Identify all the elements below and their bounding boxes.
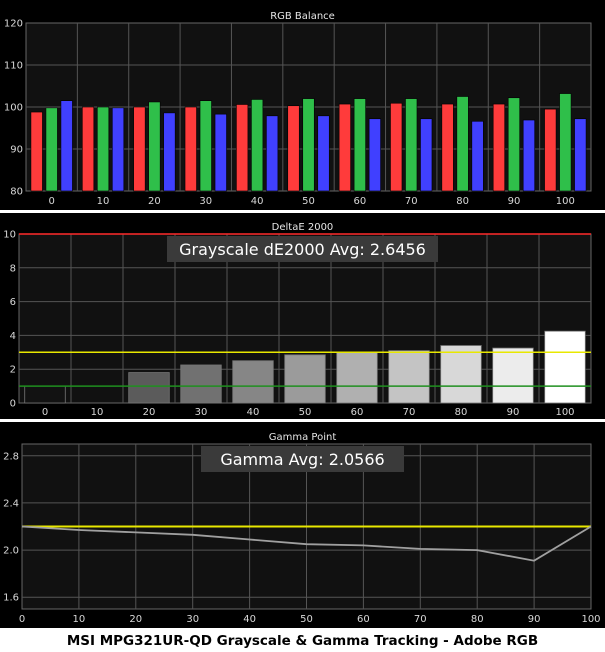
delta-bar bbox=[388, 350, 430, 404]
rgb-bar-blue bbox=[317, 115, 330, 192]
figure-caption: MSI MPG321UR-QD Grayscale & Gamma Tracki… bbox=[67, 633, 538, 649]
rgb-chart-title: RGB Balance bbox=[270, 11, 335, 22]
rgb-bar-blue bbox=[574, 118, 587, 192]
gamma-x-tick-label: 100 bbox=[581, 614, 600, 625]
delta-bar bbox=[440, 345, 482, 404]
rgb-bar-green bbox=[405, 98, 418, 192]
gamma-y-tick-label: 2.0 bbox=[3, 546, 19, 557]
delta-y-tick-label: 4 bbox=[10, 331, 16, 342]
delta-bar bbox=[24, 385, 66, 404]
rgb-bar-blue bbox=[266, 115, 279, 192]
delta-x-tick-label: 70 bbox=[403, 407, 416, 418]
rgb-bar-green bbox=[148, 101, 161, 192]
gamma-x-tick-label: 20 bbox=[129, 614, 142, 625]
delta-x-tick-label: 80 bbox=[455, 407, 468, 418]
rgb-bar-blue bbox=[214, 113, 227, 192]
gamma-x-tick-label: 80 bbox=[471, 614, 484, 625]
rgb-y-tick-label: 110 bbox=[4, 61, 23, 72]
delta-bar bbox=[492, 347, 534, 404]
gamma-x-tick-label: 60 bbox=[357, 614, 370, 625]
gamma-y-tick-label: 2.8 bbox=[3, 451, 19, 462]
delta-bar bbox=[284, 354, 326, 404]
gamma-x-tick-label: 70 bbox=[414, 614, 427, 625]
delta-x-tick-label: 20 bbox=[143, 407, 156, 418]
rgb-y-tick-label: 100 bbox=[4, 103, 23, 114]
delta-y-tick-label: 10 bbox=[3, 230, 16, 241]
rgb-x-tick-label: 20 bbox=[148, 196, 161, 207]
rgb-x-tick-label: 80 bbox=[456, 196, 469, 207]
rgb-bar-blue bbox=[111, 107, 125, 192]
rgb-bar-red bbox=[544, 108, 557, 192]
rgb-bar-green bbox=[559, 93, 572, 192]
delta-avg-label: Grayscale dE2000 Avg: 2.6456 bbox=[179, 240, 426, 259]
rgb-x-tick-label: 10 bbox=[97, 196, 110, 207]
rgb-bar-green bbox=[251, 99, 264, 192]
rgb-bar-red bbox=[30, 111, 43, 192]
rgb-bar-green bbox=[507, 97, 521, 192]
rgb-bar-blue bbox=[368, 118, 381, 192]
delta-y-tick-label: 0 bbox=[10, 399, 16, 410]
gamma-x-tick-label: 90 bbox=[528, 614, 541, 625]
rgb-bar-green bbox=[96, 106, 110, 192]
delta-y-tick-label: 6 bbox=[10, 297, 16, 308]
gamma-x-tick-label: 30 bbox=[186, 614, 199, 625]
rgb-x-tick-label: 90 bbox=[508, 196, 521, 207]
rgb-bar-green bbox=[199, 100, 212, 192]
delta-bar bbox=[180, 364, 222, 404]
delta-y-tick-label: 8 bbox=[10, 263, 16, 274]
rgb-y-tick-label: 80 bbox=[10, 187, 23, 198]
gamma-x-tick-label: 0 bbox=[19, 614, 25, 625]
rgb-bar-blue bbox=[420, 118, 433, 192]
delta-x-tick-label: 100 bbox=[555, 407, 574, 418]
rgb-bar-red bbox=[390, 102, 403, 192]
rgb-bar-blue bbox=[163, 112, 176, 192]
delta-x-tick-label: 90 bbox=[507, 407, 520, 418]
delta-bar bbox=[128, 372, 170, 404]
rgb-y-tick-label: 90 bbox=[10, 145, 23, 156]
gamma-chart-title: Gamma Point bbox=[269, 432, 337, 443]
rgb-bar-red bbox=[133, 106, 146, 192]
rgb-x-tick-label: 0 bbox=[48, 196, 54, 207]
rgb-bar-red bbox=[236, 104, 249, 192]
rgb-x-tick-label: 30 bbox=[199, 196, 212, 207]
rgb-x-tick-label: 60 bbox=[353, 196, 366, 207]
delta-x-tick-label: 40 bbox=[247, 407, 260, 418]
rgb-bar-green bbox=[302, 98, 315, 192]
rgb-x-tick-label: 70 bbox=[405, 196, 418, 207]
rgb-bar-red bbox=[441, 103, 454, 192]
gamma-x-tick-label: 40 bbox=[243, 614, 256, 625]
rgb-y-tick-label: 120 bbox=[4, 19, 23, 30]
delta-bar bbox=[336, 351, 378, 404]
rgb-bar-green bbox=[353, 98, 366, 192]
rgb-x-tick-label: 50 bbox=[302, 196, 315, 207]
gamma-y-tick-label: 1.6 bbox=[3, 593, 19, 604]
rgb-bar-red bbox=[184, 106, 197, 192]
delta-x-tick-label: 50 bbox=[299, 407, 312, 418]
gamma-x-tick-label: 50 bbox=[300, 614, 313, 625]
rgb-bar-blue bbox=[60, 100, 73, 192]
rgb-bar-red bbox=[81, 106, 95, 192]
delta-x-tick-label: 30 bbox=[195, 407, 208, 418]
rgb-bar-green bbox=[456, 96, 469, 192]
delta-bar bbox=[232, 360, 274, 404]
delta-x-tick-label: 10 bbox=[91, 407, 104, 418]
gamma-y-tick-label: 2.4 bbox=[3, 498, 19, 509]
rgb-x-tick-label: 40 bbox=[251, 196, 264, 207]
delta-x-tick-label: 60 bbox=[351, 407, 364, 418]
rgb-bar-green bbox=[45, 107, 58, 192]
gamma-x-tick-label: 10 bbox=[73, 614, 86, 625]
delta-x-tick-label: 0 bbox=[42, 407, 48, 418]
delta-y-tick-label: 2 bbox=[10, 365, 16, 376]
delta-bar bbox=[544, 330, 586, 404]
rgb-bar-blue bbox=[471, 120, 484, 192]
rgb-x-tick-label: 100 bbox=[556, 196, 575, 207]
rgb-bar-blue bbox=[522, 119, 536, 192]
gamma-avg-label: Gamma Avg: 2.0566 bbox=[220, 450, 384, 469]
chart-figure: RGB Balance DeltaE 2000 Gamma Point 8090… bbox=[0, 0, 605, 649]
rgb-bar-red bbox=[492, 103, 506, 192]
rgb-bar-red bbox=[338, 103, 351, 192]
rgb-bar-red bbox=[287, 105, 300, 192]
delta-chart-title: DeltaE 2000 bbox=[272, 222, 334, 233]
